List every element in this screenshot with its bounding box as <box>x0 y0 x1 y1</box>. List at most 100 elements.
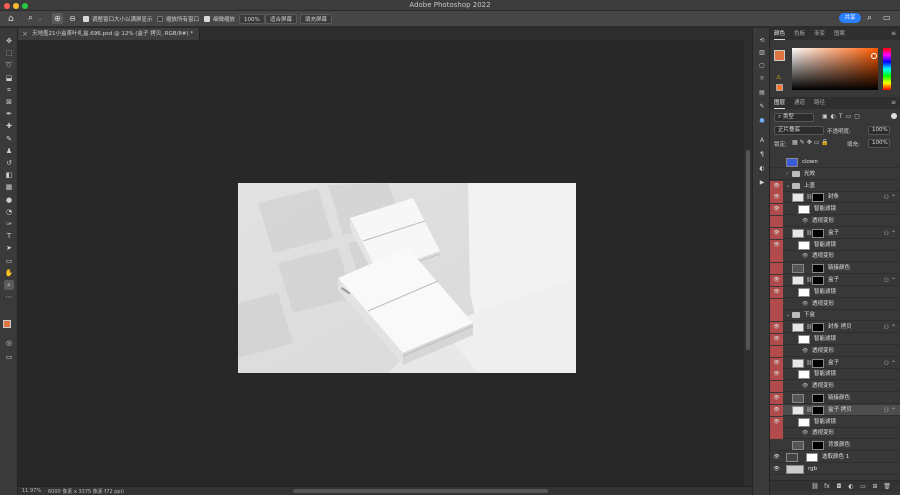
layer-row[interactable]: 👁 透视变形 <box>770 216 900 227</box>
smart-object-thumbnail[interactable] <box>792 193 804 203</box>
layer-row[interactable]: 👁 透视变形 <box>770 251 900 263</box>
visibility-eye-icon[interactable] <box>770 251 783 263</box>
opacity-input[interactable]: 100% <box>868 126 890 135</box>
vertical-scrollbar[interactable] <box>744 40 752 486</box>
visibility-eye-icon[interactable]: 👁 <box>770 334 783 345</box>
layer-mask-thumbnail[interactable] <box>812 358 824 368</box>
filter-mask-thumbnail[interactable] <box>798 370 810 380</box>
layer-row[interactable]: 👁 ⛓ 盒子 拷贝 ⚇ ⌃ <box>770 404 900 416</box>
smart-object-thumbnail[interactable] <box>792 405 804 415</box>
color-picker-marker[interactable] <box>871 53 877 59</box>
visibility-eye-icon[interactable] <box>770 381 783 393</box>
visibility-eye-icon[interactable]: 👁 <box>770 227 783 239</box>
layer-row[interactable]: 👁 智能滤镜 <box>770 416 900 428</box>
actions-icon[interactable]: ▶ <box>757 178 767 187</box>
layer-row[interactable]: 👁 透视变形 <box>770 428 900 440</box>
color-tab-1[interactable]: 色板 <box>794 28 805 40</box>
character-icon[interactable]: A <box>757 136 767 145</box>
visibility-eye-icon[interactable]: 👁 <box>770 393 783 404</box>
visibility-eye-icon[interactable] <box>770 440 783 451</box>
more-tools-icon[interactable]: ⋯ <box>4 292 14 302</box>
layer-row[interactable]: 👁 透视变形 <box>770 381 900 393</box>
visibility-eye-icon[interactable] <box>770 169 783 180</box>
eyedropper-icon[interactable]: ✒ <box>4 109 14 119</box>
visibility-eye-icon[interactable] <box>770 428 783 440</box>
properties-icon[interactable]: ▥ <box>757 48 767 57</box>
comments-icon[interactable]: ▢ <box>757 61 767 70</box>
quick-mask-icon[interactable]: ◎ <box>4 338 14 348</box>
color-tab-0[interactable]: 颜色 <box>774 28 786 40</box>
panel-menu-icon[interactable]: ≡ <box>891 28 896 40</box>
layer-row[interactable]: 👁 ⌄ 上盖 <box>770 180 900 192</box>
layer-row[interactable]: 👁 智能滤镜 <box>770 204 900 216</box>
chevron-icon[interactable]: ⌄ <box>786 181 790 192</box>
fill-screen-button[interactable]: 填充屏幕 <box>300 14 333 24</box>
layer-effects-icon[interactable]: ⚇ ⌃ <box>884 192 896 203</box>
layer-mask-thumbnail[interactable] <box>812 228 824 238</box>
adjustments-icon[interactable]: ☼ <box>757 74 767 83</box>
zoom-out-icon[interactable]: ⊖ <box>67 13 78 24</box>
visibility-eye-icon[interactable]: 👁 <box>770 416 783 428</box>
visibility-eye-icon[interactable]: 👁 <box>770 192 783 204</box>
zoom-in-icon[interactable]: ⊕ <box>52 13 63 24</box>
visibility-eye-icon[interactable]: 👁 <box>770 369 783 381</box>
layer-row[interactable]: ⌄ 下盒 <box>770 310 900 322</box>
lock-icons[interactable]: ▦✎✥▭🔒 <box>792 139 831 146</box>
visibility-eye-icon[interactable]: 👁 <box>770 404 783 416</box>
brush-settings-icon[interactable]: ✎ <box>757 102 767 111</box>
layer-row[interactable]: 👁 透视变形 <box>770 298 900 310</box>
stamp-icon[interactable]: ♟ <box>4 146 14 156</box>
marquee-icon[interactable]: ⬚ <box>4 48 14 58</box>
filter-icons[interactable]: ▣◐T▭▢ <box>822 113 863 120</box>
layer-mask-thumbnail[interactable] <box>812 323 824 333</box>
layer-mask-thumbnail[interactable] <box>812 264 824 274</box>
visibility-eye-icon[interactable]: 👁 <box>770 275 783 286</box>
chevron-down-icon[interactable]: ⌄ <box>38 16 42 22</box>
filter-mask-thumbnail[interactable] <box>798 417 810 427</box>
zoom-all-windows-checkbox[interactable] <box>157 16 163 22</box>
filter-mask-thumbnail[interactable] <box>798 240 810 250</box>
pen-icon[interactable]: ✑ <box>4 219 14 229</box>
canvas-area[interactable] <box>18 40 744 486</box>
layer-row[interactable]: 👁 ⛓ 盒子 ⚇ ⌃ <box>770 357 900 369</box>
visibility-eye-icon[interactable] <box>770 263 783 275</box>
foreground-color-swatch[interactable] <box>774 50 785 61</box>
layer-mask-thumbnail[interactable] <box>806 453 818 462</box>
filter-eye-icon[interactable]: 👁 <box>802 216 808 227</box>
history-brush-icon[interactable]: ↺ <box>4 158 14 168</box>
folder-icon[interactable]: ▭ <box>858 482 868 492</box>
crop-icon[interactable]: ⌗ <box>4 85 14 95</box>
layer-row[interactable]: 👁 智能滤镜 <box>770 334 900 345</box>
smart-object-thumbnail[interactable] <box>792 323 804 333</box>
smart-object-thumbnail[interactable] <box>792 358 804 368</box>
visibility-eye-icon[interactable] <box>770 345 783 357</box>
smart-object-thumbnail[interactable] <box>792 228 804 238</box>
zoom-readout[interactable]: 11.97% <box>22 488 41 494</box>
search-icon[interactable]: ⌕ <box>867 13 872 23</box>
visibility-eye-icon[interactable]: 👁 <box>770 322 783 334</box>
cloud-icon[interactable]: ● <box>757 116 767 125</box>
healing-icon[interactable]: ✚ <box>4 121 14 131</box>
layer-row[interactable]: 👁 透视变形 <box>770 345 900 357</box>
foreground-color-chip[interactable] <box>3 320 11 328</box>
layer-mask-thumbnail[interactable] <box>812 405 824 415</box>
gamut-swatch[interactable] <box>776 84 783 91</box>
visibility-eye-icon[interactable]: 👁 <box>770 286 783 298</box>
layer-effects-icon[interactable]: ⚇ ⌃ <box>884 228 896 239</box>
filter-toggle-icon[interactable] <box>891 113 897 119</box>
layer-row[interactable]: 👁 智能滤镜 <box>770 239 900 251</box>
filter-eye-icon[interactable]: 👁 <box>802 299 808 310</box>
layer-mask-thumbnail[interactable] <box>812 441 824 451</box>
filter-mask-thumbnail[interactable] <box>798 205 810 215</box>
layer-row[interactable]: 👁 智能滤镜 <box>770 286 900 298</box>
path-select-icon[interactable]: ➤ <box>4 243 14 253</box>
visibility-eye-icon[interactable]: 👁 <box>770 204 783 216</box>
layer-row[interactable]: clown <box>770 157 900 168</box>
layer-row[interactable]: 👁 选取颜色 1 <box>770 452 900 463</box>
gradient-icon[interactable]: ▦ <box>4 182 14 192</box>
visibility-eye-icon[interactable]: 👁 <box>770 180 783 192</box>
trash-icon[interactable]: 🗑 <box>882 482 892 492</box>
filter-mask-thumbnail[interactable] <box>798 287 810 297</box>
visibility-eye-icon[interactable]: 👁 <box>770 357 783 369</box>
adjustment-thumbnail[interactable] <box>792 441 804 451</box>
